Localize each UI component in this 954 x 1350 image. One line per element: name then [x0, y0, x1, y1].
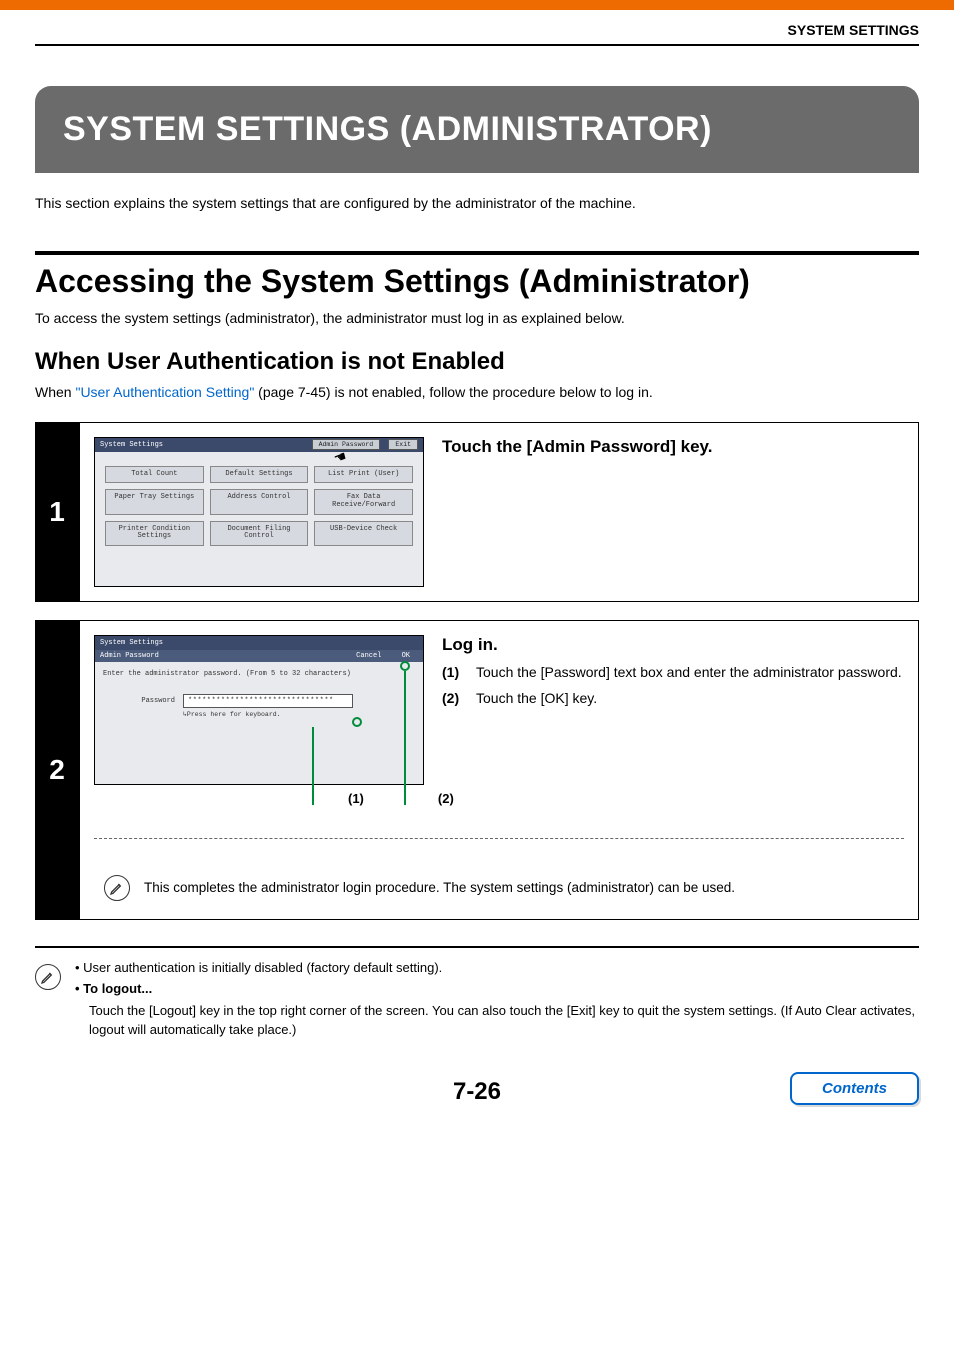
substep-2-text: Touch the [OK] key.	[476, 689, 597, 708]
pencil-info-icon	[35, 964, 61, 990]
pencil-note-icon	[104, 875, 130, 901]
printer-condition-button[interactable]: Printer Condition Settings	[105, 521, 204, 546]
substep-1-text: Touch the [Password] text box and enter …	[476, 663, 902, 682]
section-2-prefix: When	[35, 384, 75, 400]
address-control-button[interactable]: Address Control	[210, 489, 309, 514]
panel2-title: System Settings	[100, 639, 163, 647]
page-number: 7-26	[35, 1078, 919, 1106]
info-bullet-2-label: • To logout...	[75, 979, 919, 999]
contents-button[interactable]: Contents	[790, 1072, 919, 1105]
cancel-button[interactable]: Cancel	[348, 651, 389, 661]
user-auth-link[interactable]: "User Authentication Setting"	[75, 384, 254, 400]
step-1-screenshot: System Settings Admin Password Exit Tota…	[94, 437, 424, 587]
header-label: SYSTEM SETTINGS	[35, 22, 919, 46]
callout-marker-2	[400, 661, 410, 671]
paper-tray-button[interactable]: Paper Tray Settings	[105, 489, 204, 514]
total-count-button[interactable]: Total Count	[105, 466, 204, 484]
fax-data-button[interactable]: Fax Data Receive/Forward	[314, 489, 413, 514]
exit-button[interactable]: Exit	[388, 439, 418, 450]
keyboard-hint: ↳Press here for keyboard.	[183, 710, 415, 718]
intro-text: This section explains the system setting…	[35, 195, 919, 211]
page-title: SYSTEM SETTINGS (ADMINISTRATOR)	[35, 86, 919, 173]
doc-filing-button[interactable]: Document Filing Control	[210, 521, 309, 546]
info-bullet-2-text: Touch the [Logout] key in the top right …	[89, 1001, 919, 1040]
step-1-number: 1	[35, 422, 79, 602]
section-heading-1: Accessing the System Settings (Administr…	[35, 263, 919, 300]
password-input[interactable]: *******************************	[183, 694, 353, 708]
callout-line-1	[312, 727, 314, 805]
section-rule	[35, 251, 919, 255]
callout-label-2: (2)	[438, 791, 454, 806]
section-1-text: To access the system settings (administr…	[35, 310, 919, 326]
top-accent-bar	[0, 0, 954, 10]
step-2-number: 2	[35, 620, 79, 920]
step-2-note: This completes the administrator login p…	[144, 880, 735, 895]
list-print-button[interactable]: List Print (User)	[314, 466, 413, 484]
section-heading-2: When User Authentication is not Enabled	[35, 348, 919, 376]
dashed-separator	[94, 838, 904, 839]
usb-device-button[interactable]: USB-Device Check	[314, 521, 413, 546]
step-2: 2 System Settings Admin Password Cancel	[35, 620, 919, 920]
callout-label-1: (1)	[348, 791, 364, 806]
info-bullet-1: • User authentication is initially disab…	[75, 958, 919, 978]
section-2-text: When "User Authentication Setting" (page…	[35, 384, 919, 400]
substep-2-number: (2)	[442, 689, 468, 708]
default-settings-button[interactable]: Default Settings	[210, 466, 309, 484]
password-label: Password	[103, 697, 175, 705]
callout-line-2	[404, 671, 406, 805]
callout-marker-1	[352, 717, 362, 727]
substep-1-number: (1)	[442, 663, 468, 682]
admin-password-button[interactable]: Admin Password	[312, 439, 381, 450]
panel2-subtitle: Admin Password	[100, 652, 159, 660]
step-1: 1 System Settings Admin Password Exit	[35, 422, 919, 602]
step-1-instruction: Touch the [Admin Password] key.	[442, 437, 904, 457]
step-2-screenshot: System Settings Admin Password Cancel OK	[94, 635, 424, 806]
title-text: SYSTEM SETTINGS (ADMINISTRATOR)	[63, 110, 712, 148]
section-2-suffix: (page 7-45) is not enabled, follow the p…	[254, 384, 652, 400]
step-2-title: Log in.	[442, 635, 904, 655]
password-instruction: Enter the administrator password. (From …	[103, 670, 415, 678]
panel1-title: System Settings	[100, 441, 163, 449]
ok-button[interactable]: OK	[394, 651, 418, 661]
info-block: • User authentication is initially disab…	[35, 946, 919, 1050]
